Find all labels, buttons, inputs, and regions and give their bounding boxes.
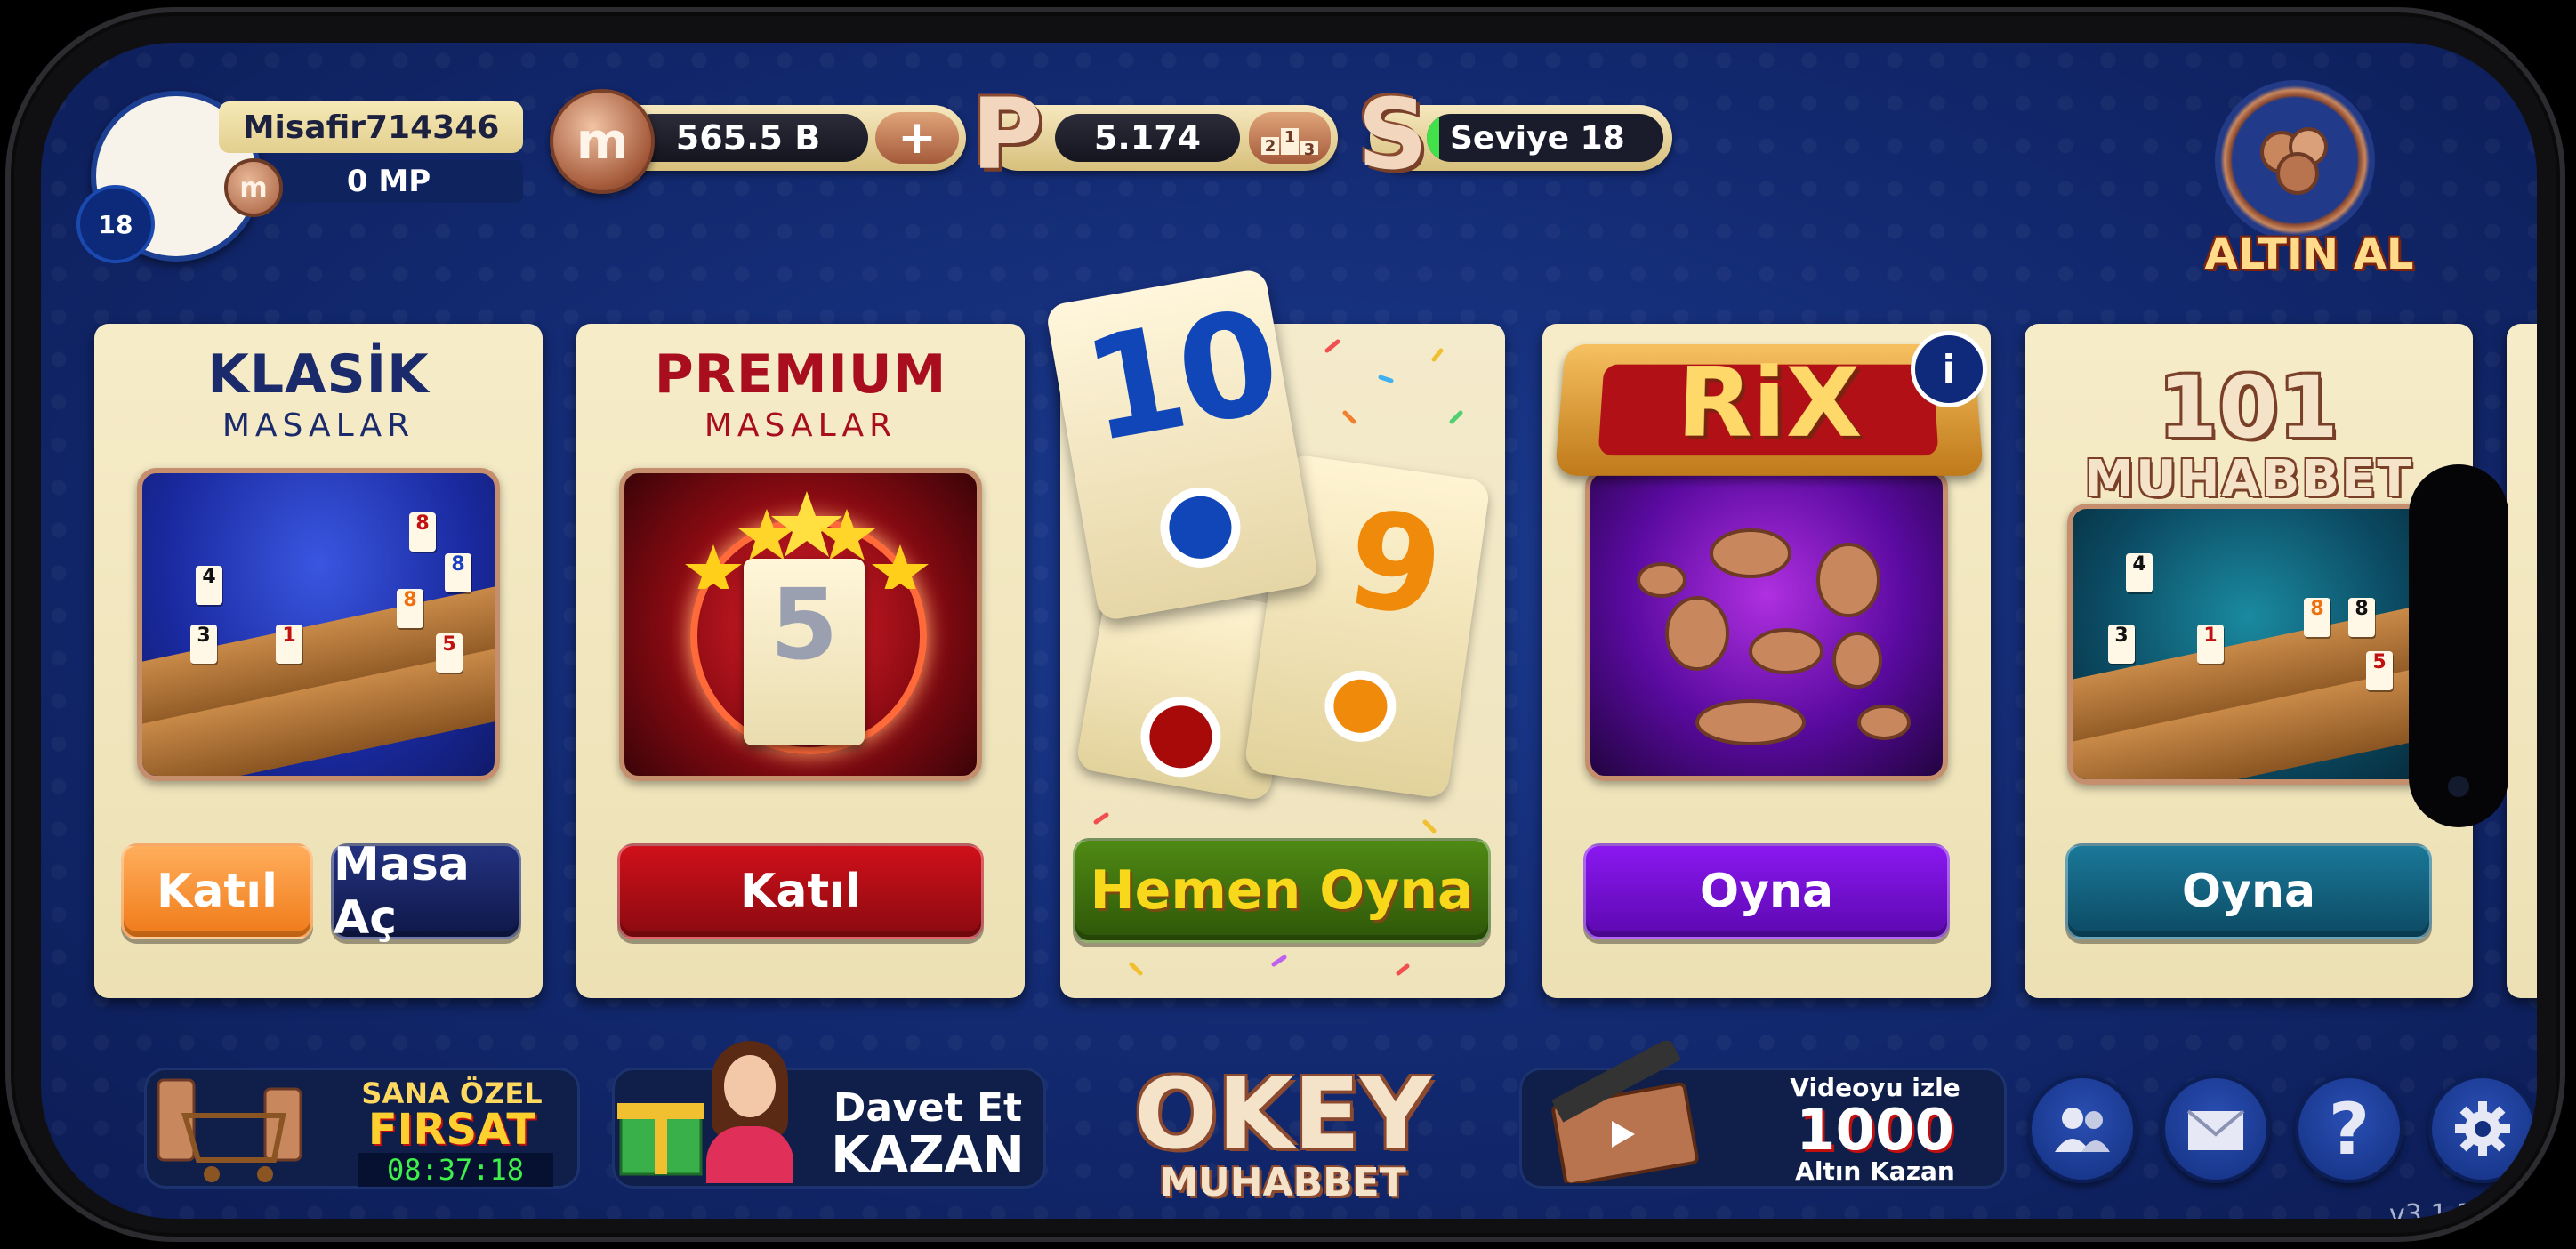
okey-tile: 8 [397, 589, 423, 628]
woman-body [706, 1126, 793, 1183]
blue-tile-number: 10 [1072, 278, 1286, 475]
okey-tile: 3 [190, 624, 217, 664]
okey-tile: 4 [2126, 553, 2153, 592]
skill-level-label: Seviye 18 [1450, 119, 1625, 157]
woman-avatar [701, 1041, 799, 1183]
premium-tables-image: 5 [619, 468, 982, 781]
messages-button[interactable] [2161, 1075, 2270, 1183]
shopping-cart-icon [157, 1078, 302, 1182]
okey-tile: 3 [2108, 624, 2135, 664]
next-card-peek[interactable] [2507, 324, 2537, 998]
quick-play-button[interactable]: Hemen Oyna [1073, 838, 1491, 943]
leaderboard-button[interactable]: 2 1 3 [1249, 112, 1331, 164]
classic-tables-card[interactable]: KLASİK MASALAR 4 8 8 3 1 8 5 Katıl Masa … [94, 324, 543, 998]
camera-notch [2409, 464, 2508, 827]
premium-subtitle: MASALAR [704, 407, 898, 444]
classic-subtitle: MASALAR [221, 407, 415, 444]
help-button[interactable]: ? [2295, 1075, 2403, 1183]
mp-label: 0 MP [254, 160, 523, 203]
points-value: 5.174 [1055, 114, 1240, 162]
woman-face [724, 1055, 776, 1117]
rix-play-button[interactable]: Oyna [1583, 843, 1950, 939]
logo-line1: OKEY [1134, 1057, 1431, 1171]
coin-balance-value: 565.5 B [628, 114, 868, 162]
gear-icon [2455, 1101, 2510, 1156]
add-coins-button[interactable]: + [875, 111, 959, 165]
muhabbet-101-card[interactable]: 101 MUHABBET 4 8 3 1 8 5 Oyna [2025, 324, 2473, 998]
muhabbet-101-title: 101 [2158, 358, 2339, 457]
classic-tables-image: 4 8 8 3 1 8 5 [137, 468, 500, 781]
podium-second: 2 [1261, 137, 1279, 156]
quick-play-card[interactable]: 9 10 Hemen Oyna [1044, 268, 1505, 998]
invite-banner[interactable]: Davet Et KAZAN [612, 1041, 1046, 1189]
premium-tile: 5 [744, 559, 865, 745]
classic-open-table-button[interactable]: Masa Aç [331, 838, 521, 945]
question-icon: ? [2328, 1087, 2371, 1171]
offer-line2: FIRSAT [367, 1105, 536, 1155]
phone-frame: 18 Misafir714346 0 MP m 565.5 B + m 5.17… [5, 7, 2565, 1242]
muhabbet-101-play-button[interactable]: Oyna [2065, 843, 2432, 939]
settings-button[interactable] [2428, 1075, 2537, 1183]
camera-lens [2448, 776, 2469, 797]
okey-tile: 4 [196, 566, 222, 605]
okey-muhabbet-logo: OKEY MUHABBET [1131, 1039, 1434, 1208]
version-label: v3.1.32 [2389, 1199, 2491, 1219]
clapperboard-icon [1551, 1041, 1699, 1183]
muhabbet-101-image: 4 8 3 1 8 5 [2067, 504, 2430, 785]
premium-join-button[interactable]: Katıl [617, 843, 984, 939]
podium-third: 3 [1300, 141, 1318, 159]
buy-gold-label: ALTIN AL [2204, 230, 2414, 279]
friends-button[interactable] [2028, 1075, 2137, 1183]
video-line3: Altın Kazan [1795, 1156, 1955, 1186]
logo-line2: MUHABBET [1159, 1160, 1406, 1205]
rix-card[interactable]: RiX i Oyna [1542, 324, 1991, 998]
premium-tables-card[interactable]: PREMIUM MASALAR 5 Katıl [576, 324, 1025, 998]
okey-tile: 8 [409, 512, 436, 552]
classic-title: KLASİK [207, 343, 430, 406]
okey-tile: 5 [436, 633, 463, 673]
okey-tile: 8 [2304, 598, 2330, 637]
points-p-icon: P [971, 77, 1043, 191]
muhabbet-101-subtitle: MUHABBET [2084, 450, 2413, 508]
gift-icon [617, 1103, 704, 1176]
mail-icon [2186, 1109, 2245, 1150]
invite-line1: Davet Et [833, 1085, 1023, 1131]
skill-level-fill [1427, 114, 1439, 162]
offer-timer: 08:37:18 [358, 1153, 553, 1187]
invite-line2: KAZAN [831, 1126, 1025, 1184]
special-offer-banner[interactable]: SANA ÖZEL FIRSAT 08:37:18 [144, 1068, 580, 1189]
orange-dot-icon [1320, 665, 1401, 746]
rix-image [1585, 468, 1948, 781]
video-line2: 1000 [1795, 1098, 1955, 1164]
red-dot-icon [1134, 690, 1228, 784]
username-label[interactable]: Misafir714346 [219, 101, 523, 153]
level-badge: 18 [76, 185, 155, 263]
classic-join-button[interactable]: Katıl [121, 843, 313, 939]
premium-tile-number: 5 [769, 568, 839, 681]
blue-dot-icon [1154, 480, 1247, 574]
skill-s-icon: S [1357, 77, 1429, 191]
info-button[interactable]: i [1911, 331, 1987, 407]
friends-icon [2055, 1108, 2110, 1152]
okey-tile: 8 [2348, 598, 2375, 637]
coin-stack-icon [2260, 127, 2328, 195]
okey-tile: 1 [276, 624, 302, 664]
coins-illustration [1637, 528, 1911, 745]
premium-title: PREMIUM [654, 343, 947, 406]
okey-tile: 8 [445, 553, 471, 592]
podium-first: 1 [1281, 128, 1299, 155]
okey-tile: 5 [2366, 651, 2393, 690]
coin-icon: m [550, 89, 655, 194]
okey-tile: 1 [2197, 624, 2224, 664]
orange-tile-number: 9 [1338, 481, 1452, 649]
watch-video-banner[interactable]: Videoyu izle 1000 Altın Kazan [1519, 1041, 2007, 1189]
game-lobby-screen: 18 Misafir714346 0 MP m 565.5 B + m 5.17… [41, 43, 2537, 1219]
mp-coin-icon: m [224, 158, 283, 217]
buy-gold-button[interactable] [2215, 80, 2375, 240]
